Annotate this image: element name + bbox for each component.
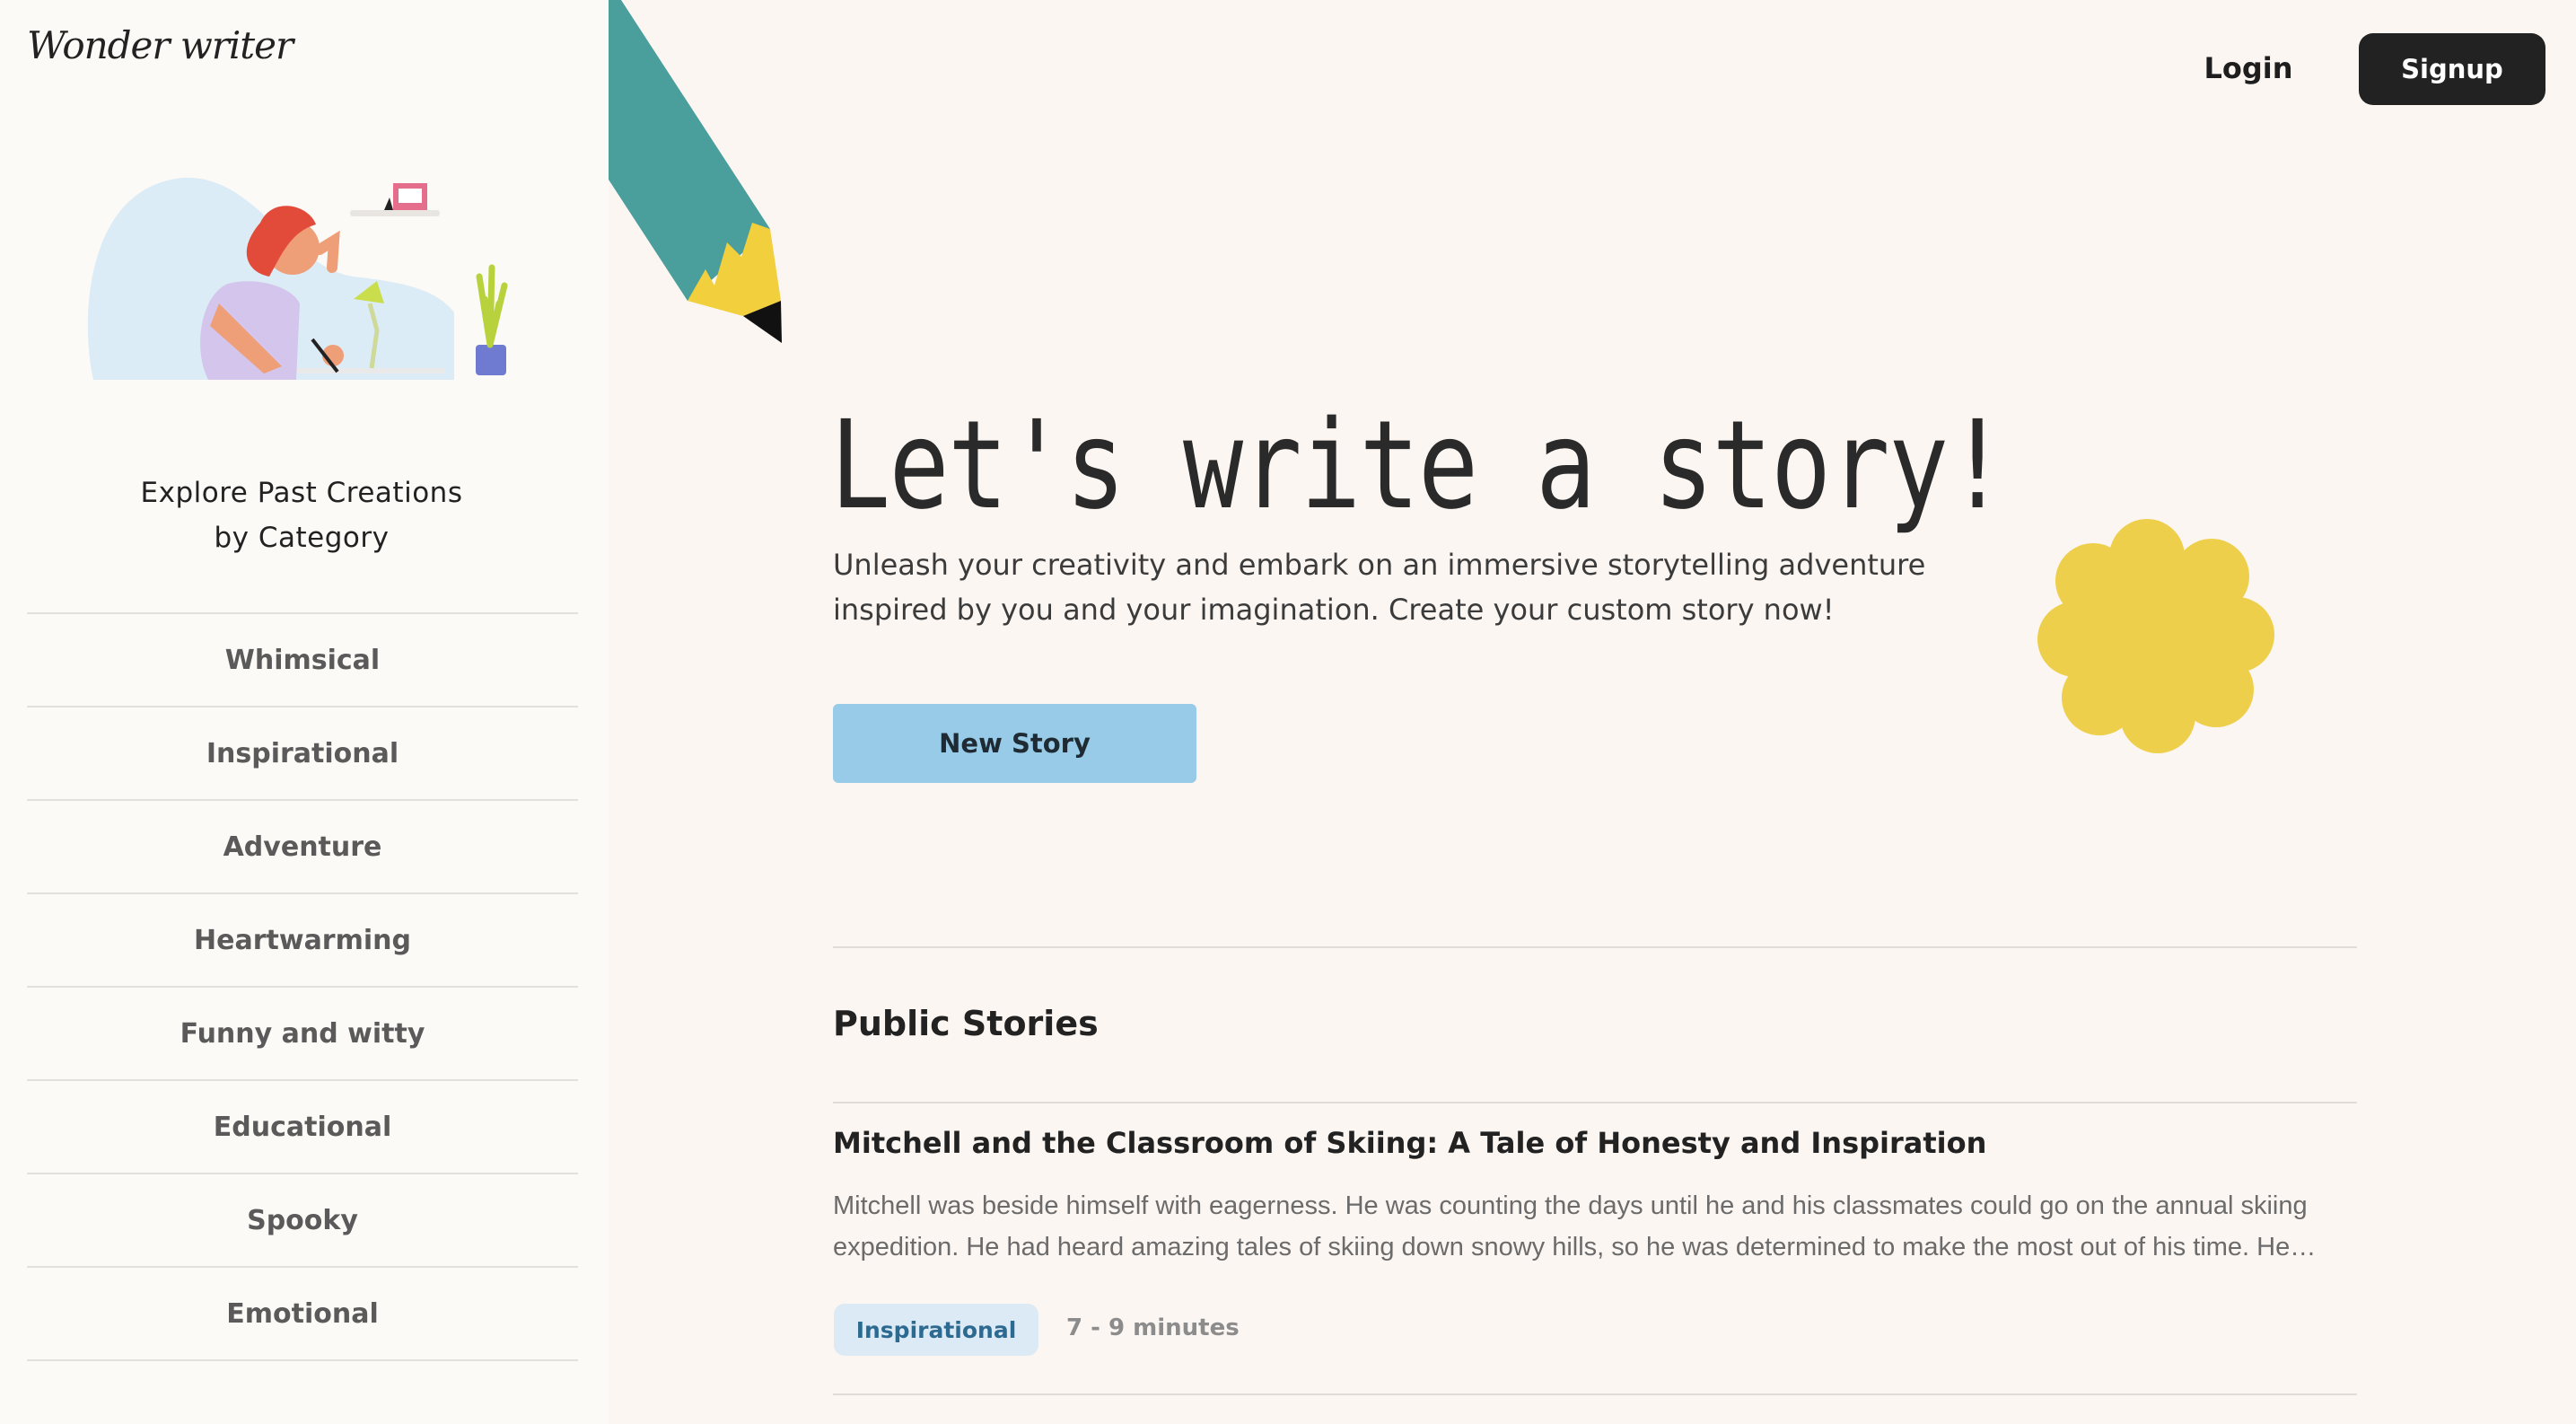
explore-heading: Explore Past Creations by Category	[0, 470, 603, 560]
writer-illustration	[87, 177, 508, 380]
story-divider	[833, 1102, 2357, 1103]
story-title[interactable]: Mitchell and the Classroom of Skiing: A …	[833, 1126, 2359, 1160]
explore-heading-line2: by Category	[214, 522, 390, 554]
new-story-button[interactable]: New Story	[833, 704, 1196, 783]
category-item-funny-and-witty[interactable]: Funny and witty	[27, 988, 578, 1081]
logo[interactable]: Wonder writer	[27, 23, 294, 67]
category-item-whimsical[interactable]: Whimsical	[27, 614, 578, 708]
hero-subtitle-line2: inspired by you and your imagination. Cr…	[833, 593, 1835, 627]
category-item-inspirational[interactable]: Inspirational	[27, 708, 578, 801]
story-excerpt-line2: expedition. He had heard amazing tales o…	[833, 1233, 2317, 1261]
category-item-heartwarming[interactable]: Heartwarming	[27, 894, 578, 988]
public-stories-heading: Public Stories	[833, 1004, 1099, 1043]
hero-subtitle: Unleash your creativity and embark on an…	[833, 542, 1946, 632]
explore-heading-line1: Explore Past Creations	[140, 477, 463, 509]
hero-title: Let's write a story!	[830, 395, 2008, 537]
signup-button[interactable]: Signup	[2359, 33, 2545, 105]
category-item-spooky[interactable]: Spooky	[27, 1174, 578, 1268]
story-category-tag[interactable]: Inspirational	[834, 1304, 1038, 1356]
category-item-educational[interactable]: Educational	[27, 1081, 578, 1174]
hero-subtitle-line1: Unleash your creativity and embark on an…	[833, 548, 1926, 582]
flower-decoration-icon	[2037, 519, 2274, 753]
pencil-illustration-icon	[609, 0, 782, 343]
logo-text: Wonder writer	[27, 23, 294, 67]
sidebar: Wonder writer Explore Past Creations by …	[0, 0, 609, 1424]
category-item-emotional[interactable]: Emotional	[27, 1268, 578, 1361]
category-item-adventure[interactable]: Adventure	[27, 801, 578, 894]
login-button[interactable]: Login	[2168, 32, 2329, 104]
story-divider-bottom	[833, 1393, 2357, 1395]
story-excerpt: Mitchell was beside himself with eagerne…	[833, 1185, 2359, 1268]
category-list: Whimsical Inspirational Adventure Heartw…	[27, 612, 578, 1361]
story-excerpt-line1: Mitchell was beside himself with eagerne…	[833, 1191, 2308, 1220]
story-duration: 7 - 9 minutes	[1066, 1314, 1240, 1341]
section-divider	[833, 946, 2357, 948]
